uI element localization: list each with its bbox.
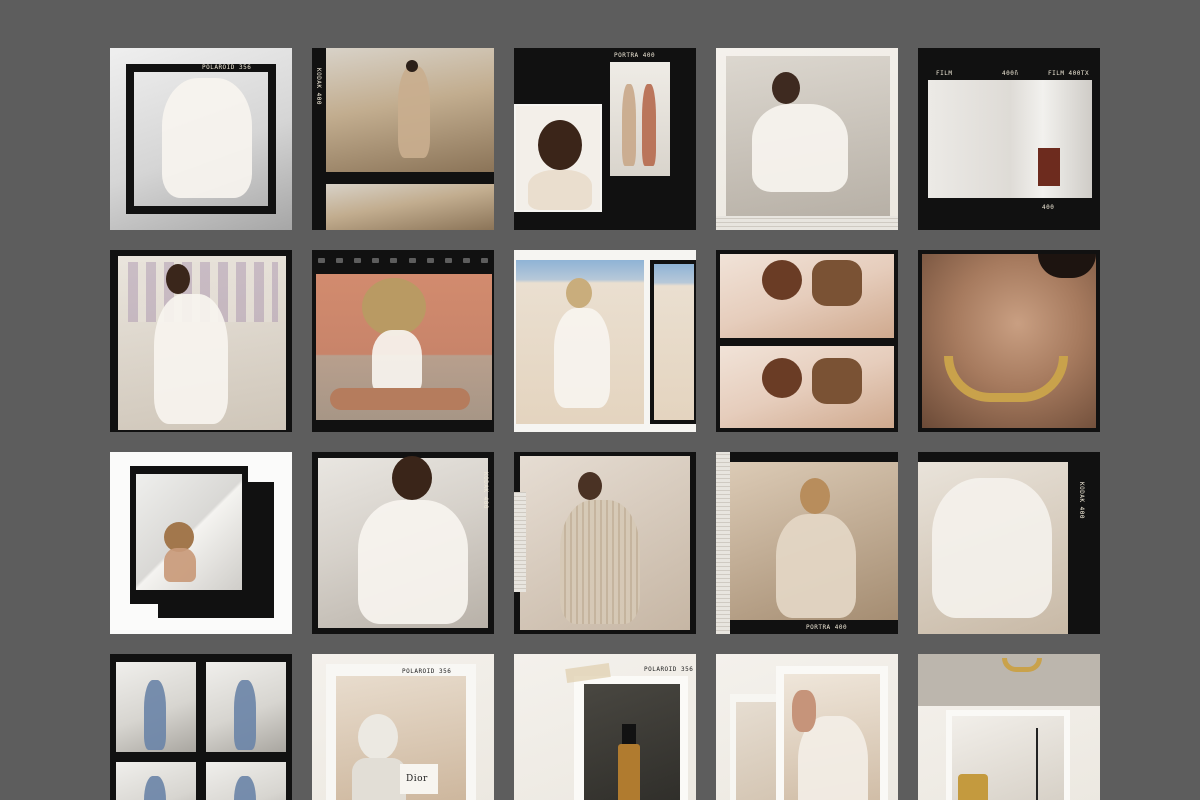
film-label: PORTRA 400	[614, 52, 656, 59]
head-shape	[800, 478, 830, 514]
hat-shape	[362, 278, 426, 336]
towel-shape	[958, 774, 988, 800]
head-shape	[406, 60, 418, 72]
pump-shape	[622, 724, 636, 744]
bust-shape	[352, 758, 406, 800]
tile-bathroom-still[interactable]	[918, 654, 1100, 800]
figure-shape	[144, 680, 166, 750]
film-label: KODAK 400	[1078, 482, 1085, 520]
figure-shape	[642, 84, 656, 166]
legs-shape	[330, 388, 470, 410]
bottle-shape	[618, 744, 640, 800]
head-shape	[392, 456, 432, 500]
tile-gold-necklace[interactable]	[918, 250, 1100, 432]
furniture-shape	[1038, 148, 1060, 186]
photo-grid: POLAROID 356 KODAK 400 PORTRA 400 FILM 4…	[110, 48, 1100, 800]
tile-smiling-portrait[interactable]: PORTRA 400	[514, 48, 696, 230]
basket-shape	[812, 260, 862, 306]
sprocket-row	[312, 256, 494, 264]
tile-white-blouse[interactable]	[716, 48, 898, 230]
head-shape	[566, 278, 592, 308]
film-label: FILM	[936, 70, 953, 77]
figure-shape	[622, 84, 636, 166]
figure-shape	[752, 104, 848, 192]
tile-serum-bottle[interactable]: POLAROID 356	[514, 654, 696, 800]
brand-label: Dior	[406, 774, 428, 784]
film-label: POLAROID 356	[202, 64, 252, 71]
figure-shape	[528, 170, 592, 210]
head-shape	[538, 120, 582, 170]
figure-shape	[776, 514, 856, 618]
head-shape	[166, 264, 190, 294]
tile-white-knit[interactable]: KODAK 400	[312, 452, 494, 634]
photo-icon	[654, 264, 694, 420]
photo-icon	[326, 184, 494, 230]
tile-interior-film[interactable]: FILM 400ñ FILM 400TX 400	[918, 48, 1100, 230]
basket-shape	[812, 358, 862, 404]
tile-straw-hat[interactable]	[312, 250, 494, 432]
film-label: KODAK 400	[315, 68, 322, 106]
tile-bust-still-life[interactable]: Dior POLAROID 356	[312, 654, 494, 800]
film-label: FILM 400TX	[1048, 70, 1090, 77]
tile-beach-picnic[interactable]	[716, 250, 898, 432]
figure-shape	[398, 66, 430, 158]
bust-shape	[358, 714, 398, 760]
figure-shape	[164, 548, 196, 582]
photo-icon	[720, 346, 894, 428]
hand-shape	[792, 690, 816, 732]
tile-white-cardigan[interactable]	[110, 250, 292, 432]
figure-shape	[372, 330, 422, 394]
torn-paper	[716, 216, 898, 230]
tile-sun-hat-frame[interactable]	[110, 452, 292, 634]
tile-white-top-back[interactable]: KODAK 400	[918, 452, 1100, 634]
film-label: 400	[1042, 204, 1055, 211]
figure-shape	[554, 308, 610, 408]
film-label: 400ñ	[1002, 70, 1019, 77]
film-label: PORTRA 400	[806, 624, 848, 631]
torn-paper	[514, 492, 526, 592]
photo-icon	[610, 62, 670, 176]
tile-coat-rocks[interactable]: KODAK 400	[312, 48, 494, 230]
head-shape	[762, 358, 802, 398]
torn-paper	[716, 452, 730, 634]
figure-shape	[154, 294, 228, 424]
tile-white-wrap-top[interactable]: POLAROID 356	[110, 48, 292, 230]
head-shape	[762, 260, 802, 300]
figure-shape	[932, 478, 1052, 618]
tile-striped-suit[interactable]	[514, 452, 696, 634]
figure-shape	[234, 680, 256, 750]
figure-shape	[162, 78, 252, 198]
film-label: POLAROID 356	[644, 666, 694, 673]
rail-shape	[1036, 728, 1038, 800]
tile-hand-polaroid[interactable]	[716, 654, 898, 800]
figure-shape	[560, 500, 640, 624]
tile-beige-blazer[interactable]: PORTRA 400	[716, 452, 898, 634]
tile-desert-girl[interactable]	[514, 250, 696, 432]
photo-icon	[928, 80, 1092, 198]
tile-contact-sheet[interactable]	[110, 654, 292, 800]
head-shape	[578, 472, 602, 500]
film-label: POLAROID 356	[402, 668, 452, 675]
figure-shape	[358, 500, 468, 624]
head-shape	[772, 72, 800, 104]
photo-icon	[720, 254, 894, 338]
film-label: KODAK 400	[482, 472, 489, 510]
